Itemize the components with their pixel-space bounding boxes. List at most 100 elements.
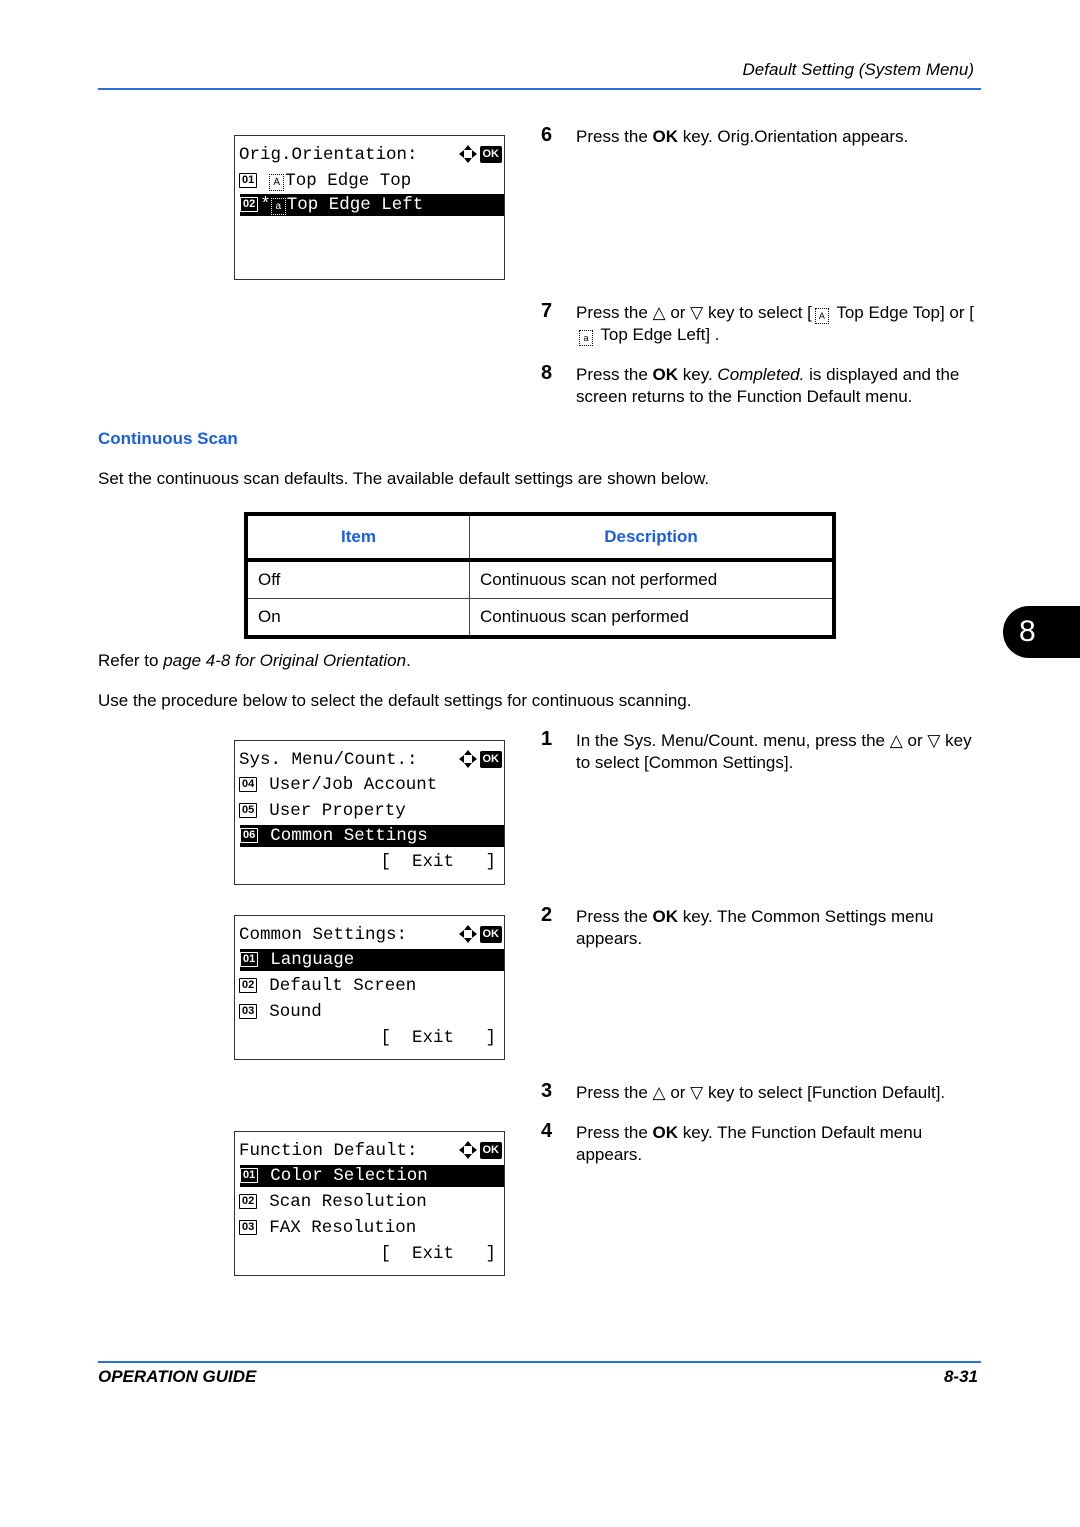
step-number: 3 (541, 1080, 553, 1102)
step-number: 4 (541, 1120, 553, 1142)
lcd-row-top-edge-left: 02 * a Top Edge Left (240, 194, 504, 216)
step-4: 4 Press the OK key. The Function Default… (541, 1120, 981, 1166)
footer-rule (98, 1361, 981, 1363)
lcd-sys-menu: Sys. Menu/Count.: OK 04 User/Job Account … (234, 740, 505, 885)
lcd-row-default-screen: 02 Default Screen (239, 975, 504, 997)
text: key. (678, 365, 718, 384)
top-edge-left-icon: a (270, 198, 286, 215)
step-text: Press the △ or ▽ key to select [A Top Ed… (576, 302, 981, 346)
table-row: Off Continuous scan not performed (246, 560, 834, 599)
row-label: FAX Resolution (269, 1218, 417, 1238)
lcd-row-language: 01 Language (240, 949, 504, 971)
column-header-description: Description (469, 514, 834, 562)
row-label: Color Selection (270, 1166, 428, 1186)
lcd-exit-button: [ Exit ] (380, 1244, 496, 1264)
text: Refer to (98, 651, 164, 670)
row-label: Default Screen (269, 976, 417, 996)
item-number: 02 (240, 197, 259, 212)
default-marker: * (260, 195, 271, 215)
step-number: 1 (541, 728, 553, 750)
step-text: Press the △ or ▽ key to select [Function… (576, 1083, 946, 1102)
page-reference-link[interactable]: page 4-8 for Original Orientation (163, 651, 406, 670)
step-6: 6 Press the OK key. Orig.Orientation app… (541, 124, 981, 148)
step-8: 8 Press the OK key. Completed. is displa… (541, 362, 981, 408)
step-number: 2 (541, 904, 553, 926)
section-heading: Continuous Scan (98, 429, 238, 448)
step-text: In the Sys. Menu/Count. menu, press the … (576, 731, 972, 772)
text: Top Edge Left] . (596, 325, 720, 344)
step-text: Press the OK key. Completed. is displaye… (576, 364, 981, 408)
text: Press the (576, 127, 653, 146)
text: Press the (576, 1123, 653, 1142)
item-number: 01 (239, 173, 258, 188)
top-edge-top-icon: A (269, 174, 285, 191)
lcd-nav-indicator: OK (458, 1141, 502, 1159)
settings-table: Item Description Off Continuous scan not… (244, 512, 836, 639)
ok-key-icon: OK (479, 1141, 502, 1159)
lcd-nav-indicator: OK (458, 750, 502, 768)
lcd-exit-button: [ Exit ] (380, 852, 496, 872)
footer-guide-title: OPERATION GUIDE (98, 1367, 257, 1386)
lcd-function-default: Function Default: OK 01 Color Selection 0… (234, 1131, 505, 1276)
top-edge-top-icon: A (814, 308, 829, 324)
lcd-row-color-selection: 01 Color Selection (240, 1165, 504, 1187)
ok-key-icon: OK (479, 750, 502, 768)
text: Press the △ or ▽ key to select [ (576, 303, 812, 322)
step-2: 2 Press the OK key. The Common Settings … (541, 904, 981, 950)
step-number: 8 (541, 362, 553, 384)
ok-key-label: OK (652, 127, 679, 146)
header-rule (98, 88, 981, 90)
four-way-arrow-icon (458, 750, 477, 768)
running-header: Default Setting (System Menu) (742, 60, 974, 79)
lcd-row-common-settings: 06 Common Settings (240, 825, 504, 847)
ok-key-icon: OK (479, 925, 502, 943)
lcd-exit-button: [ Exit ] (380, 1028, 496, 1048)
cell-item: Off (246, 560, 470, 599)
step-7: 7 Press the △ or ▽ key to select [A Top … (541, 300, 981, 346)
ok-key-label: OK (652, 1123, 679, 1142)
step-number: 6 (541, 124, 553, 146)
lcd-row-user-job-account: 04 User/Job Account (239, 774, 504, 796)
ok-key-label: OK (652, 365, 679, 384)
step-3: 3 Press the △ or ▽ key to select [Functi… (541, 1080, 981, 1104)
step-1: 1 In the Sys. Menu/Count. menu, press th… (541, 728, 981, 774)
text: Top Edge Top] or [ (831, 303, 974, 322)
item-number: 02 (239, 1194, 258, 1209)
lcd-nav-indicator: OK (458, 925, 502, 943)
item-number: 03 (239, 1220, 258, 1235)
lcd-nav-indicator: OK (458, 145, 502, 163)
item-number: 03 (239, 1004, 258, 1019)
lcd-row-sound: 03 Sound (239, 1001, 504, 1023)
ok-key-icon: OK (479, 145, 502, 163)
row-label: Top Edge Top (285, 171, 412, 191)
row-label: Sound (269, 1002, 322, 1022)
step-number: 7 (541, 300, 553, 322)
row-label: Common Settings (270, 826, 428, 846)
item-number: 01 (240, 952, 259, 967)
text: key. Orig.Orientation appears. (678, 127, 909, 146)
cell-description: Continuous scan not performed (480, 570, 718, 589)
lcd-orig-orientation: Orig.Orientation: OK 01 A Top Edge Top 02 *… (234, 135, 505, 280)
page-number: 8-31 (943, 1367, 978, 1386)
four-way-arrow-icon (458, 925, 477, 943)
table-row: On Continuous scan performed (246, 598, 834, 637)
lcd-row-scan-resolution: 02 Scan Resolution (239, 1191, 504, 1213)
row-label: Language (270, 950, 355, 970)
row-label: User/Job Account (269, 775, 438, 795)
procedure-intro: Use the procedure below to select the de… (98, 691, 692, 710)
chapter-number: 8 (1019, 615, 1036, 648)
section-intro: Set the continuous scan defaults. The av… (98, 469, 710, 488)
chapter-tab: 8 (1003, 606, 1080, 658)
row-label: User Property (269, 801, 406, 821)
step-text: Press the OK key. Orig.Orientation appea… (576, 126, 981, 148)
item-number: 02 (239, 978, 258, 993)
lcd-row-user-property: 05 User Property (239, 800, 504, 822)
ok-key-label: OK (652, 907, 679, 926)
column-header-item: Item (246, 514, 470, 562)
item-number: 04 (239, 777, 258, 792)
cell-item: On (246, 598, 470, 637)
text: . (406, 651, 411, 670)
item-number: 06 (240, 828, 259, 843)
text: Press the (576, 907, 653, 926)
row-label: Scan Resolution (269, 1192, 427, 1212)
